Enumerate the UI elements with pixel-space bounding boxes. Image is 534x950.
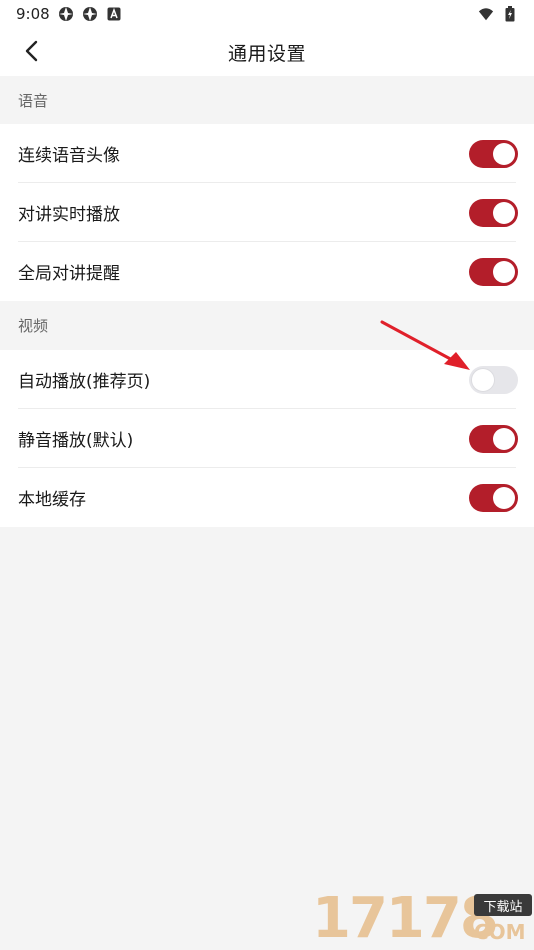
toggle-continuous-voice-avatar[interactable] xyxy=(469,140,518,168)
setting-row-mute-play-default: 静音播放(默认) xyxy=(0,409,534,468)
toggle-knob xyxy=(472,369,494,391)
chevron-left-icon xyxy=(24,40,38,66)
setting-label: 自动播放(推荐页) xyxy=(18,372,151,392)
settings-group-voice: 连续语音头像 对讲实时播放 全局对讲提醒 xyxy=(0,124,534,301)
status-bar: 9:08 xyxy=(0,0,534,28)
status-left: 9:08 xyxy=(16,5,122,23)
toggle-knob xyxy=(493,143,515,165)
setting-label: 本地缓存 xyxy=(18,490,86,510)
toggle-knob xyxy=(493,428,515,450)
setting-row-global-intercom-reminder: 全局对讲提醒 xyxy=(0,242,534,301)
page-title: 通用设置 xyxy=(227,42,306,65)
battery-charging-icon xyxy=(502,6,518,22)
toggle-local-cache[interactable] xyxy=(469,484,518,512)
toggle-knob xyxy=(493,487,515,509)
setting-label: 对讲实时播放 xyxy=(18,205,120,225)
setting-label: 静音播放(默认) xyxy=(18,431,134,451)
toggle-mute-play-default[interactable] xyxy=(469,425,518,453)
setting-row-intercom-realtime-play: 对讲实时播放 xyxy=(0,183,534,242)
toggle-knob xyxy=(493,202,515,224)
status-time: 9:08 xyxy=(16,5,50,23)
section-header-voice: 语音 xyxy=(18,91,49,110)
setting-label: 连续语音头像 xyxy=(18,146,120,166)
watermark-suffix: COM xyxy=(474,920,526,944)
settings-group-video: 自动播放(推荐页) 静音播放(默认) 本地缓存 xyxy=(0,350,534,527)
wifi-icon xyxy=(478,6,494,22)
setting-label: 全局对讲提醒 xyxy=(18,264,120,284)
setting-row-local-cache: 本地缓存 xyxy=(0,468,534,527)
status-right xyxy=(478,6,518,22)
watermark-digits: 17178 xyxy=(312,886,499,950)
watermark-badge: 下载站 xyxy=(474,894,532,916)
toggle-global-intercom-reminder[interactable] xyxy=(469,258,518,286)
annotation-arrow-icon xyxy=(380,320,470,370)
setting-row-continuous-voice-avatar: 连续语音头像 xyxy=(0,124,534,183)
toggle-intercom-realtime-play[interactable] xyxy=(469,199,518,227)
aperture-icon xyxy=(82,6,98,22)
a-notification-icon xyxy=(106,6,122,22)
app-bar: 通用设置 xyxy=(0,28,534,76)
aperture-icon xyxy=(58,6,74,22)
watermark-logo: 17178 下载站 COM xyxy=(312,888,534,950)
toggle-knob xyxy=(493,261,515,283)
toggle-autoplay-recommended[interactable] xyxy=(469,366,518,394)
back-button[interactable] xyxy=(14,36,48,70)
